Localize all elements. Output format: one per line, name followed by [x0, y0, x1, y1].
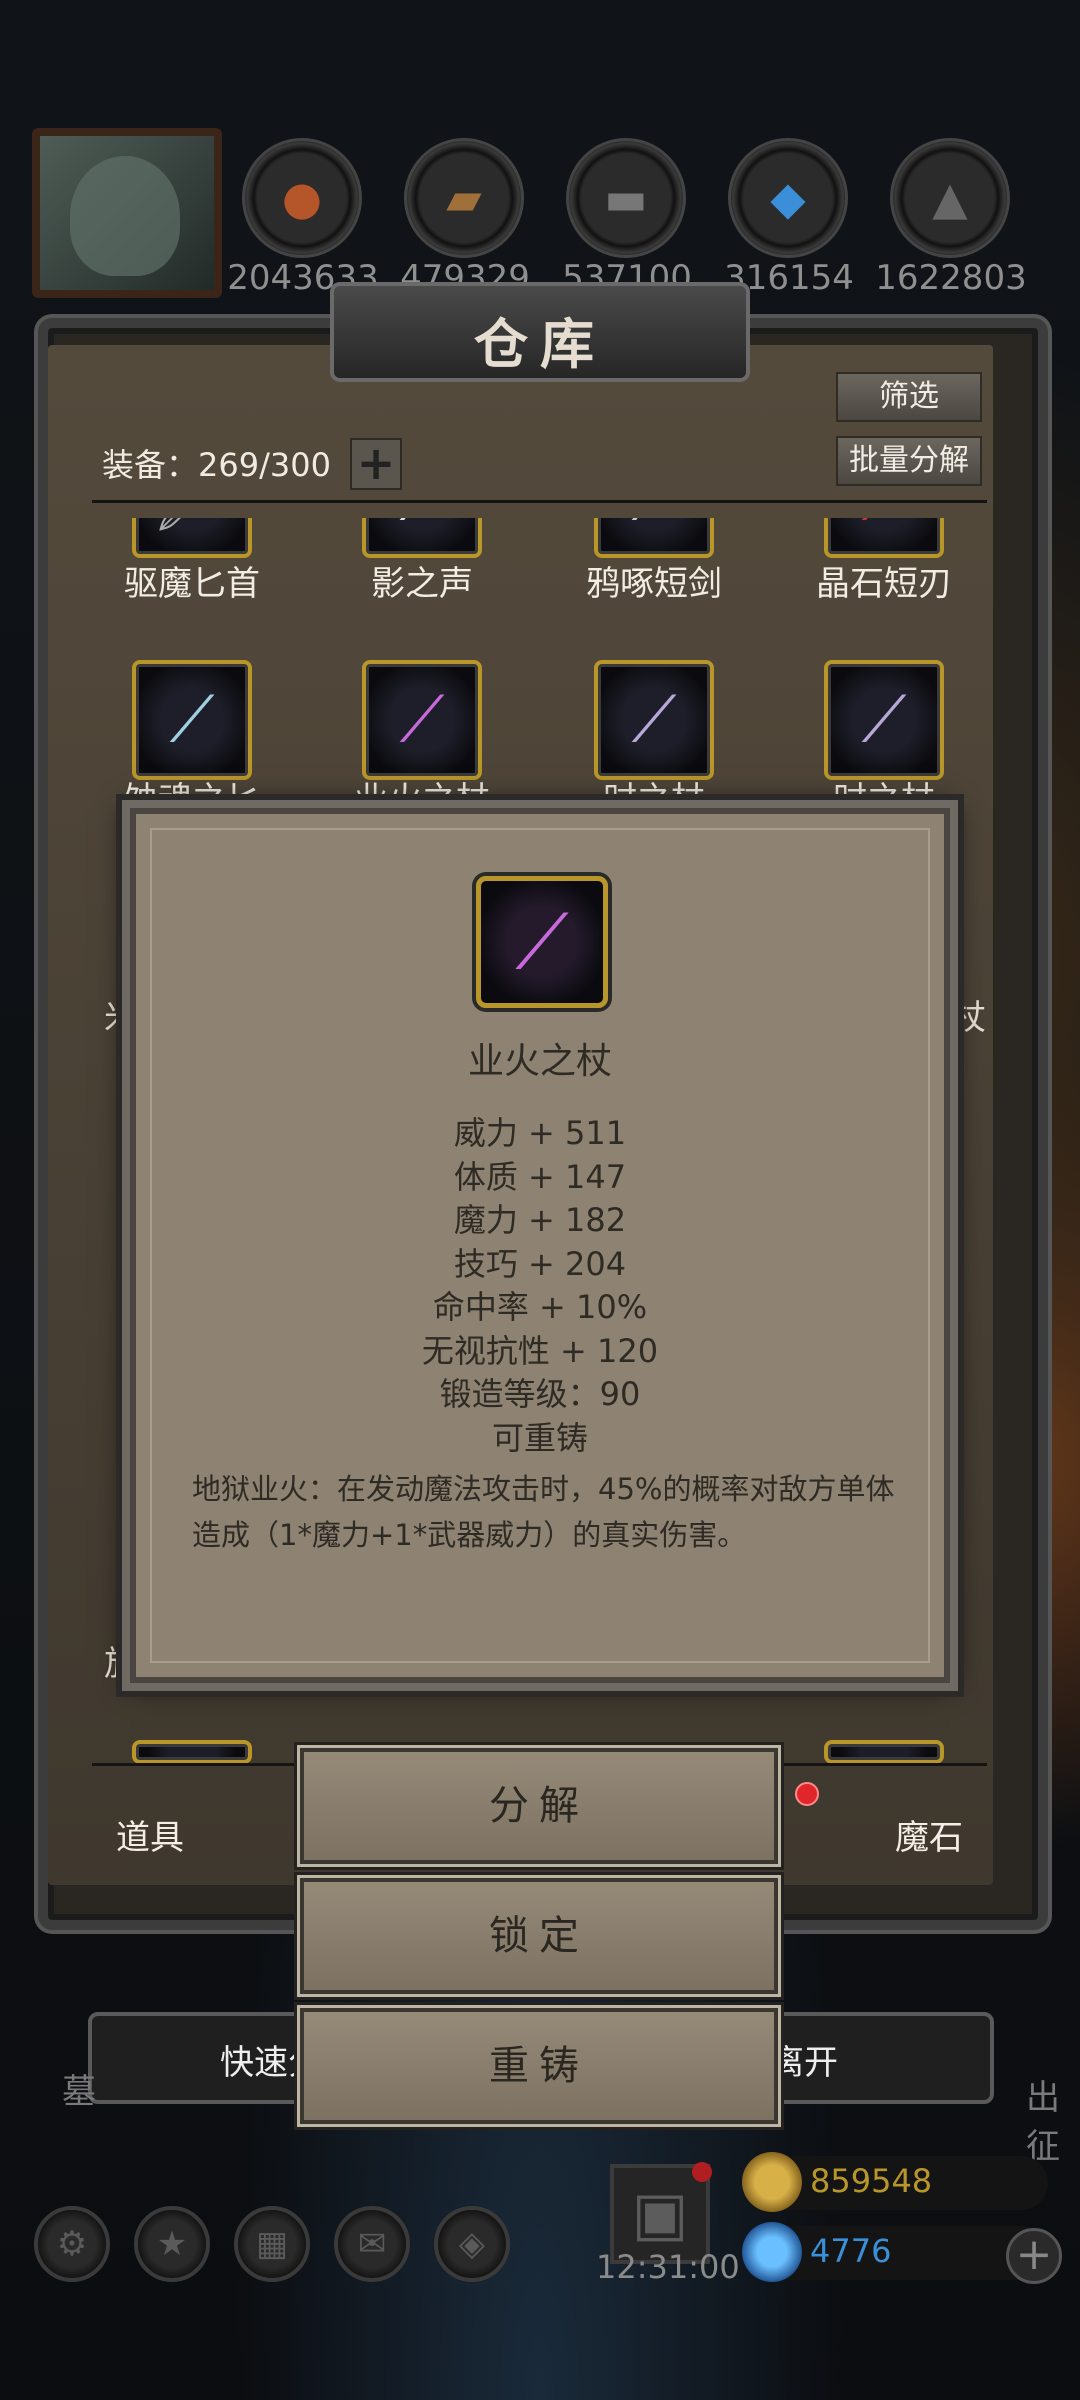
gold-coin-icon: [742, 2152, 802, 2212]
stat-line: 技巧 + 204: [453, 1244, 627, 1283]
item-stats: 威力 + 511 体质 + 147 魔力 + 182 技巧 + 204 命中率 …: [136, 1112, 944, 1460]
item-slot[interactable]: [132, 1740, 252, 1764]
item-label-partial: 杖: [952, 998, 986, 1038]
item-description: 地狱业火：在发动魔法攻击时，45%的概率对敌方单体造成（1*魔力+1*武器威力）…: [192, 1472, 895, 1552]
settings-icon[interactable]: ⚙: [34, 2206, 110, 2282]
player-avatar[interactable]: [32, 128, 222, 298]
edge-text: 墓: [62, 2072, 96, 2112]
item-slot[interactable]: ⟋: [594, 660, 714, 780]
resource-slot-1[interactable]: ●: [242, 138, 362, 258]
item-slot[interactable]: [824, 1740, 944, 1764]
expedition-label[interactable]: 出征: [1026, 2070, 1080, 2168]
item-detail-popup: ⟋ 业火之杖 威力 + 511 体质 + 147 魔力 + 182 技巧 + 2…: [130, 808, 950, 1683]
fire-staff-icon: ⟋: [399, 683, 445, 757]
stat-line: 体质 + 147: [453, 1157, 627, 1196]
dark-ore-icon: ▲: [932, 171, 968, 225]
recast-button[interactable]: 重铸: [300, 2008, 778, 2124]
stat-line: 魔力 + 182: [453, 1201, 627, 1239]
iron-ingot-icon: ▬: [604, 171, 648, 225]
divider: [92, 500, 987, 503]
blue-crystal-icon: ◆: [770, 171, 806, 225]
ranking-icon[interactable]: ▦: [234, 2206, 310, 2282]
stat-line: 可重铸: [491, 1418, 588, 1457]
fire-staff-icon: ⟋: [476, 876, 608, 1008]
wood-planks-icon: ▰: [446, 171, 482, 225]
lock-button[interactable]: 锁定: [300, 1878, 778, 1994]
diamond-icon: [742, 2222, 802, 2282]
soul-dagger-icon: ⟋: [169, 683, 215, 757]
stat-line: 威力 + 511: [453, 1114, 627, 1152]
item-label: 影之声: [371, 564, 473, 604]
time-staff-icon: ⟋: [861, 683, 907, 757]
notification-dot: [692, 2162, 712, 2182]
item-label: 晶石短刃: [816, 564, 952, 604]
page-title: 仓库: [474, 313, 606, 376]
time-staff-icon: ⟋: [631, 683, 677, 757]
equip-count: 装备：269/300: [102, 446, 331, 484]
tab-magic-stone[interactable]: 魔石: [895, 1810, 963, 1859]
add-currency-button[interactable]: +: [1006, 2228, 1062, 2284]
resource-slot-5[interactable]: ▲: [890, 138, 1010, 258]
resource-value-5: 1622803: [875, 258, 1027, 298]
item-slot[interactable]: ⟋: [362, 660, 482, 780]
leather-icon: ●: [281, 171, 323, 225]
mail-icon[interactable]: ✉: [334, 2206, 410, 2282]
leave-button-label[interactable]: 离开: [770, 2035, 838, 2084]
item-label: 鸦啄短剑: [586, 564, 722, 604]
notification-dot: [795, 1782, 819, 1806]
shop-icon[interactable]: ◈: [434, 2206, 510, 2282]
filter-button[interactable]: 筛选: [836, 372, 982, 422]
item-name: 业火之杖: [467, 1041, 612, 1082]
decompose-button[interactable]: 分解: [300, 1748, 778, 1864]
stat-line: 锻造等级：90: [439, 1375, 641, 1413]
expand-capacity-button[interactable]: +: [350, 438, 402, 490]
stat-line: 命中率 + 10%: [432, 1288, 648, 1326]
event-timer: 12:31:00: [596, 2248, 740, 2286]
item-slot[interactable]: ⟋: [824, 660, 944, 780]
tab-items[interactable]: 道具: [116, 1810, 184, 1859]
item-label: 驱魔匕首: [124, 564, 260, 604]
item-slot[interactable]: ⟋: [132, 660, 252, 780]
resource-slot-2[interactable]: ▰: [404, 138, 524, 258]
gold-amount: 859548: [810, 2162, 933, 2200]
star-icon[interactable]: ★: [134, 2206, 210, 2282]
stat-line: 无视抗性 + 120: [421, 1331, 659, 1370]
resource-slot-3[interactable]: ▬: [566, 138, 686, 258]
bulk-decompose-button[interactable]: 批量分解: [836, 436, 982, 486]
diamond-amount: 4776: [810, 2232, 892, 2270]
resource-slot-4[interactable]: ◆: [728, 138, 848, 258]
